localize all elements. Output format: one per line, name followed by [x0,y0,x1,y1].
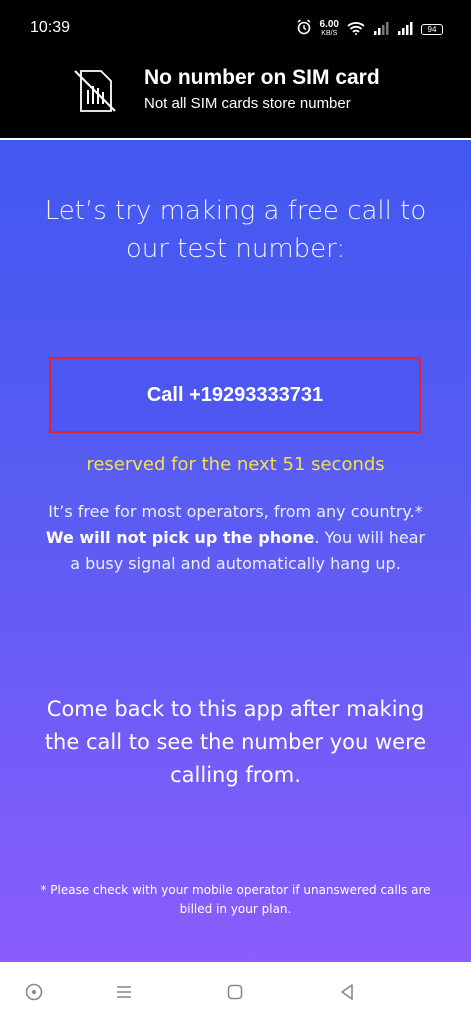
alarm-icon [296,19,312,39]
net-speed: 6.00 KB/S [320,20,339,38]
status-time: 10:39 [30,19,71,36]
no-pickup-bold: We will not pick up the phone [45,528,315,547]
free-call-info: It’s free for most operators, from any c… [40,499,431,577]
menu-icon[interactable] [112,980,136,1004]
back-icon[interactable] [335,980,359,1004]
home-icon[interactable] [223,980,247,1004]
footnote: * Please check with your mobile operator… [40,883,431,916]
main-content: Let’s try making a free call to our test… [0,140,471,962]
wifi-icon [347,20,365,39]
come-back-instructions: Come back to this app after making the c… [44,697,427,787]
battery-icon: 94 [421,23,443,35]
no-number-banner: No number on SIM card Not all SIM cards … [0,60,471,138]
signal-icon [397,20,413,39]
net-speed-value: 6.00 [319,19,339,30]
battery-level: 94 [427,24,437,34]
call-test-number-button[interactable]: Call +19293333731 [49,357,421,433]
banner-title: No number on SIM card [144,66,380,89]
net-speed-unit: KB/S [321,30,338,37]
status-bar: 10:39 6.00 KB/S 94 [0,0,471,60]
banner-subtitle: Not all SIM cards store number [144,95,351,112]
status-icons: 6.00 KB/S 94 [296,18,443,40]
system-nav-bar [0,962,471,1020]
headline: Let’s try making a free call to our test… [44,196,427,264]
free-line: It’s free for most operators, from any c… [48,502,423,521]
reserved-countdown: reserved for the next 51 seconds [86,454,385,475]
signal-icon [373,20,389,39]
assistant-icon[interactable] [22,980,46,1004]
no-sim-icon [72,68,118,118]
